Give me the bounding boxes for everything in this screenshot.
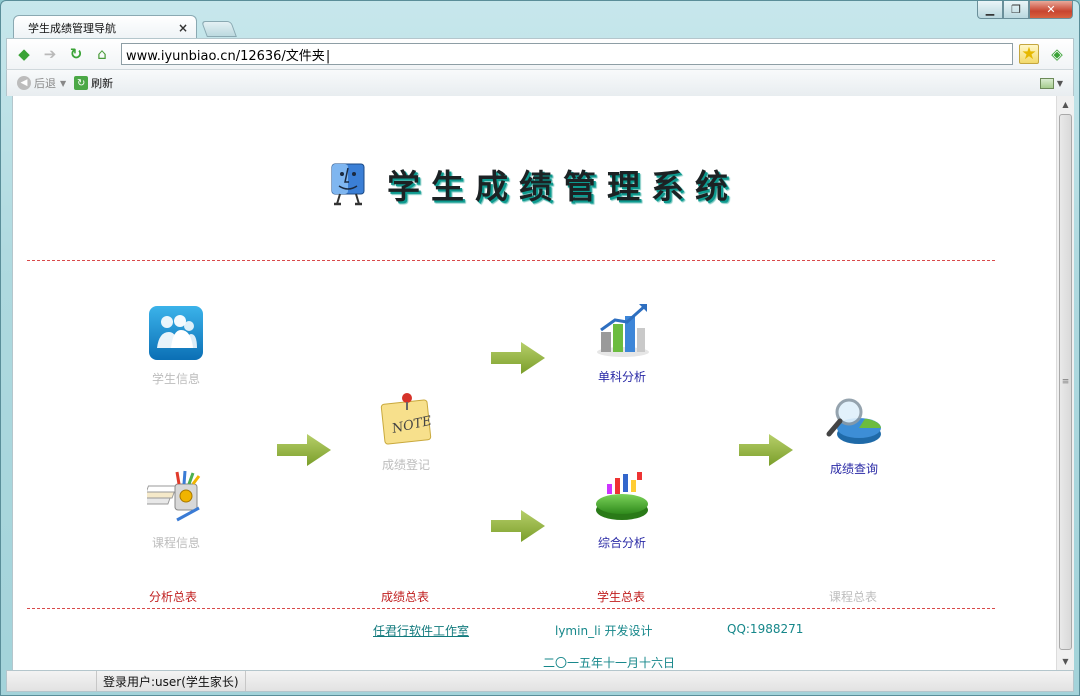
arrow-right-icon (739, 434, 793, 466)
page-content: 学生成绩管理系统 学生信息 课程信息 NOTE 成绩登记 单科分析 综合分析 成… (12, 96, 1056, 670)
home-icon[interactable]: ⌂ (91, 43, 113, 65)
score-query-link[interactable]: 成绩查询 (830, 460, 878, 477)
top-divider (27, 260, 995, 261)
page-menu-button[interactable]: ▼ (1039, 77, 1063, 89)
bottom-divider (27, 608, 995, 609)
studio-link[interactable]: 任君行软件工作室 (373, 622, 469, 639)
student-summary-link[interactable]: 学生总表 (597, 588, 645, 605)
course-info-label: 课程信息 (151, 536, 200, 550)
scroll-down-icon[interactable]: ▼ (1057, 653, 1074, 670)
tab-close-icon[interactable]: × (178, 21, 188, 35)
title-area: 学生成绩管理系统 (329, 160, 739, 208)
overall-analysis-link[interactable]: 综合分析 (598, 534, 646, 551)
module-student-info[interactable]: 学生信息 (121, 304, 231, 387)
refresh-icon: ↻ (74, 76, 89, 90)
qq-text: QQ:1988271 (727, 622, 804, 636)
pie-chart-icon (593, 468, 651, 526)
navigation-bar: ◆ ➔ ↻ ⌂ www.iyunbiao.cn/12636/文件夹 ★ ◈ (6, 38, 1074, 70)
date-text: 二〇一五年十一月十六日 (543, 656, 676, 670)
arrow-right-icon (491, 342, 545, 374)
finder-icon (329, 162, 367, 206)
star-icon[interactable]: ★ (1019, 44, 1039, 64)
module-overall-analysis[interactable]: 综合分析 (567, 468, 677, 551)
toolbar: ◀ 后退 ▼ ↻ 刷新 ▼ (6, 70, 1074, 96)
status-bar: 登录用户:user(学生家长) (6, 670, 1074, 692)
forward-arrow-icon[interactable]: ➔ (39, 43, 61, 65)
users-icon (147, 304, 205, 362)
page-icon (1039, 77, 1054, 89)
tab-title: 学生成绩管理导航 (28, 21, 116, 35)
toolbar-back-label: 后退 (34, 77, 56, 90)
designer-text: lymin_li 开发设计 (555, 624, 653, 638)
window-controls: ▁ ❐ ✕ (977, 1, 1073, 19)
module-score-register[interactable]: NOTE 成绩登记 (351, 390, 461, 473)
scroll-up-icon[interactable]: ▲ (1057, 96, 1074, 113)
vertical-scrollbar[interactable]: ▲ ≡ ▼ (1056, 96, 1074, 670)
module-score-query[interactable]: 成绩查询 (799, 394, 909, 477)
maximize-button[interactable]: ❐ (1003, 1, 1029, 19)
go-icon[interactable]: ◈ (1047, 45, 1067, 63)
toolbar-back-button[interactable]: ◀ 后退 (17, 75, 56, 91)
analysis-summary-link[interactable]: 分析总表 (149, 588, 197, 605)
menu-chevron-icon: ▼ (1056, 78, 1063, 88)
bar-chart-icon (593, 302, 651, 360)
single-analysis-link[interactable]: 单科分析 (598, 368, 646, 385)
address-bar[interactable]: www.iyunbiao.cn/12636/文件夹 (121, 43, 1013, 65)
module-course-info[interactable]: 课程信息 (121, 468, 231, 551)
page-title: 学生成绩管理系统 (387, 167, 739, 206)
score-register-label: 成绩登记 (381, 458, 430, 472)
back-circle-icon: ◀ (17, 76, 31, 90)
status-user-text: 登录用户:user(学生家长) (103, 674, 239, 689)
toolbar-refresh-button[interactable]: ↻ 刷新 (74, 75, 113, 91)
chevron-down-icon[interactable]: ▼ (60, 79, 66, 88)
magnifier-chart-icon (825, 394, 883, 452)
status-cell-empty (7, 671, 97, 691)
arrow-right-icon (491, 510, 545, 542)
minimize-button[interactable]: ▁ (977, 1, 1003, 19)
score-summary-link[interactable]: 成绩总表 (381, 588, 429, 605)
address-text: www.iyunbiao.cn/12636/文件夹 (126, 45, 330, 64)
module-single-analysis[interactable]: 单科分析 (567, 302, 677, 385)
toolbar-refresh-label: 刷新 (91, 77, 114, 90)
scroll-thumb[interactable]: ≡ (1059, 114, 1072, 650)
reload-icon[interactable]: ↻ (65, 43, 87, 65)
student-info-label: 学生信息 (151, 372, 200, 386)
close-window-button[interactable]: ✕ (1029, 1, 1073, 19)
tab-current[interactable]: 学生成绩管理导航 × (13, 15, 197, 39)
new-tab-button[interactable] (201, 21, 237, 37)
course-summary-link[interactable]: 课程总表 (829, 588, 877, 605)
arrow-right-icon (277, 434, 331, 466)
status-cell-user: 登录用户:user(学生家长) (97, 671, 246, 691)
books-pencils-icon (137, 468, 205, 526)
back-arrow-icon[interactable]: ◆ (13, 43, 35, 65)
note-pin-icon: NOTE (377, 390, 435, 448)
